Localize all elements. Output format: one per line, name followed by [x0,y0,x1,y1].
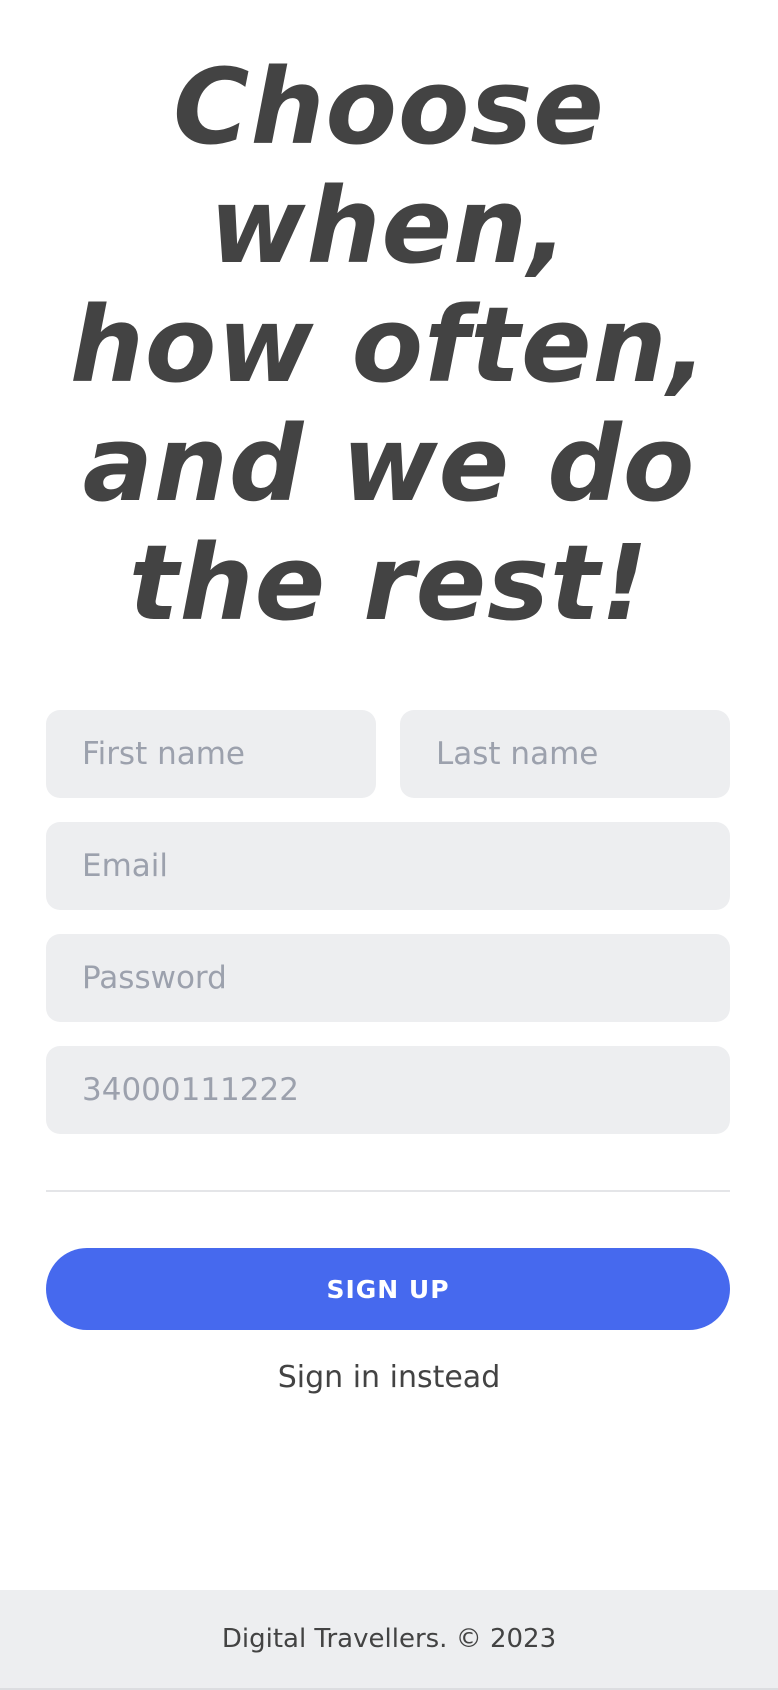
headline-line: when, [209,165,569,287]
phone-input[interactable] [46,1046,730,1134]
sign-in-instead-link[interactable]: Sign in instead [0,1356,778,1400]
headline-line: and we do [82,403,696,525]
footer-copyright: Digital Travellers. © 2023 [221,1624,557,1654]
signup-page: Choose when, how often, and we do the re… [0,0,778,1690]
email-input[interactable] [46,822,730,910]
page-footer: Digital Travellers. © 2023 [0,1590,778,1690]
form-divider [46,1190,730,1192]
first-name-input[interactable] [46,710,376,798]
sign-up-button[interactable]: SIGN UP [46,1248,730,1330]
headline-line: Choose [173,46,605,168]
last-name-input[interactable] [400,710,730,798]
page-headline: Choose when, how often, and we do the re… [46,48,732,643]
password-input[interactable] [46,934,730,1022]
headline-line: how often, [69,284,709,406]
headline-line: the rest! [128,522,650,644]
